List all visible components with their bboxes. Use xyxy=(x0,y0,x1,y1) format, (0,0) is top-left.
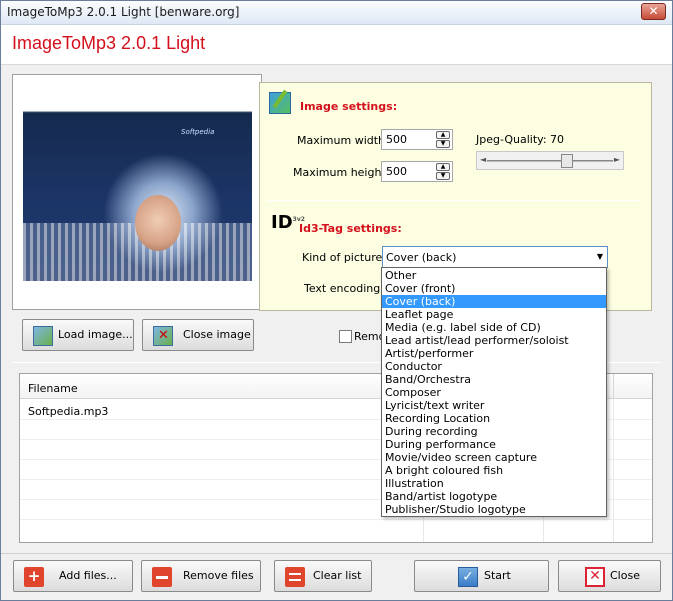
add-icon: + xyxy=(24,567,44,587)
close-image-button[interactable]: Close image xyxy=(142,319,254,351)
remove-files-label: Remove files xyxy=(183,569,254,582)
load-image-button[interactable]: Load image... xyxy=(22,319,134,351)
dropdown-option[interactable]: Band/Orchestra xyxy=(382,373,606,386)
window-close-button[interactable]: ✕ xyxy=(641,3,666,20)
main-window: ImageToMp3 2.0.1 Light [benware.org] ✕ I… xyxy=(0,0,673,601)
check-icon: ✓ xyxy=(458,567,478,587)
kind-of-picture-label: Kind of picture: xyxy=(302,251,386,264)
column-header-filename[interactable]: Filename xyxy=(28,382,78,395)
dropdown-option[interactable]: Recording Location xyxy=(382,412,606,425)
dropdown-option[interactable]: Publisher/Studio logotype xyxy=(382,503,606,516)
dropdown-option[interactable]: Cover (front) xyxy=(382,282,606,295)
dropdown-option[interactable]: Lead artist/lead performer/soloist xyxy=(382,334,606,347)
image-preview-frame: Softpedia xyxy=(12,74,262,310)
kind-of-picture-value: Cover (back) xyxy=(386,251,457,264)
id3-tag-icon: ID3v2 xyxy=(271,209,305,233)
image-settings-title: Image settings: xyxy=(300,100,398,113)
app-header: ImageToMp3 2.0.1 Light xyxy=(1,25,672,65)
add-files-label: Add files... xyxy=(59,569,117,582)
dropdown-option[interactable]: Movie/video screen capture xyxy=(382,451,606,464)
add-files-button[interactable]: + Add files... xyxy=(13,560,133,592)
dropdown-option[interactable]: Composer xyxy=(382,386,606,399)
slider-right-arrow-icon[interactable]: ► xyxy=(614,155,620,164)
grid-row-line xyxy=(20,519,652,520)
max-height-down-icon[interactable]: ▼ xyxy=(436,172,450,180)
id3-settings-title: Id3-Tag settings: xyxy=(299,222,402,235)
dropdown-option[interactable]: During recording xyxy=(382,425,606,438)
remove-checkbox[interactable] xyxy=(339,330,352,343)
grid-column-line xyxy=(613,399,614,542)
chevron-down-icon[interactable]: ▼ xyxy=(597,252,603,261)
clear-list-label: Clear list xyxy=(313,569,362,582)
max-width-spinner[interactable]: 500 ▲ ▼ xyxy=(381,129,453,150)
load-image-icon xyxy=(33,326,53,346)
load-image-label: Load image... xyxy=(58,328,133,341)
dropdown-option[interactable]: Illustration xyxy=(382,477,606,490)
remove-icon xyxy=(152,567,172,587)
close-icon: ✕ xyxy=(585,567,605,587)
kind-of-picture-select[interactable]: Cover (back) ▼ xyxy=(382,246,608,268)
close-image-label: Close image xyxy=(183,328,251,341)
max-height-up-icon[interactable]: ▲ xyxy=(436,163,450,171)
slider-track xyxy=(487,160,613,162)
bottom-divider xyxy=(1,553,672,554)
max-width-label: Maximum width: xyxy=(297,134,389,147)
preview-portrait xyxy=(135,195,181,251)
table-row[interactable]: Softpedia.mp3 xyxy=(28,405,108,418)
column-divider xyxy=(613,374,614,399)
dropdown-option[interactable]: Media (e.g. label side of CD) xyxy=(382,321,606,334)
close-label: Close xyxy=(610,569,640,582)
cover-image-preview: Softpedia xyxy=(23,83,252,281)
dropdown-option-selected[interactable]: Cover (back) xyxy=(382,295,606,308)
max-width-up-icon[interactable]: ▲ xyxy=(436,131,450,139)
dropdown-option[interactable]: Lyricist/text writer xyxy=(382,399,606,412)
close-button[interactable]: ✕ Close xyxy=(558,560,661,592)
max-height-spinner[interactable]: 500 ▲ ▼ xyxy=(381,161,453,182)
remove-files-button[interactable]: Remove files xyxy=(141,560,261,592)
id3-icon-text: ID xyxy=(271,212,293,233)
jpeg-quality-label: Jpeg-Quality: 70 xyxy=(476,133,565,146)
dropdown-option[interactable]: During performance xyxy=(382,438,606,451)
image-settings-icon xyxy=(269,92,291,114)
window-title: ImageToMp3 2.0.1 Light [benware.org] xyxy=(7,5,240,19)
close-image-icon xyxy=(153,326,173,346)
title-bar: ImageToMp3 2.0.1 Light [benware.org] ✕ xyxy=(1,1,672,25)
max-width-value: 500 xyxy=(386,133,407,146)
dropdown-option[interactable]: Band/artist logotype xyxy=(382,490,606,503)
clear-list-icon xyxy=(285,567,305,587)
app-title: ImageToMp3 2.0.1 Light xyxy=(12,33,206,53)
text-encoding-label: Text encoding: xyxy=(304,282,384,295)
jpeg-quality-slider[interactable]: ◄ ► xyxy=(476,151,624,170)
settings-divider xyxy=(267,200,641,201)
picture-type-dropdown[interactable]: Other Cover (front) Cover (back) Leaflet… xyxy=(381,267,607,517)
max-width-down-icon[interactable]: ▼ xyxy=(436,140,450,148)
dropdown-option[interactable]: Leaflet page xyxy=(382,308,606,321)
dropdown-option[interactable]: A bright coloured fish xyxy=(382,464,606,477)
dropdown-option[interactable]: Other xyxy=(382,269,606,282)
slider-left-arrow-icon[interactable]: ◄ xyxy=(480,155,486,164)
max-height-label: Maximum height: xyxy=(293,166,390,179)
dropdown-option[interactable]: Artist/performer xyxy=(382,347,606,360)
start-label: Start xyxy=(484,569,511,582)
max-height-value: 500 xyxy=(386,165,407,178)
clear-list-button[interactable]: Clear list xyxy=(274,560,372,592)
dropdown-option[interactable]: Conductor xyxy=(382,360,606,373)
slider-thumb[interactable] xyxy=(561,154,573,168)
preview-logo-text: Softpedia xyxy=(181,128,215,136)
start-button[interactable]: ✓ Start xyxy=(414,560,549,592)
